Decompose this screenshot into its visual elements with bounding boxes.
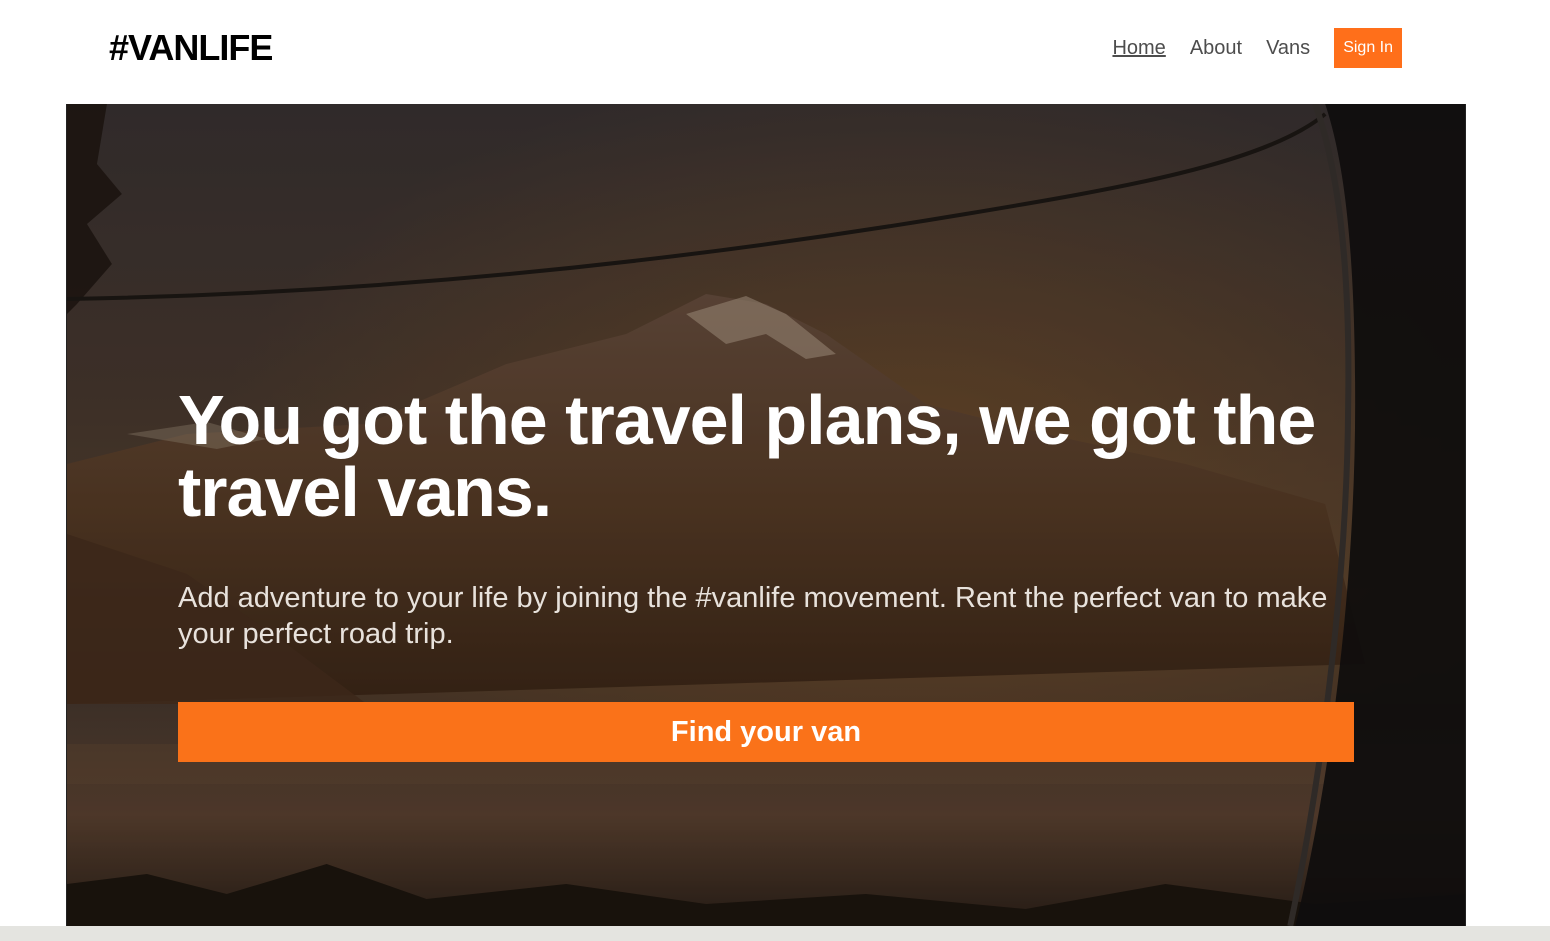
- main-nav: Home About Vans Sign In: [1112, 28, 1402, 68]
- hero-content: You got the travel plans, we got the tra…: [178, 384, 1358, 762]
- hero-subtitle: Add adventure to your life by joining th…: [178, 582, 1328, 650]
- nav-link-home[interactable]: Home: [1112, 37, 1165, 60]
- nav-link-about[interactable]: About: [1190, 37, 1242, 60]
- page: #VANLIFE Home About Vans Sign In You got…: [0, 0, 1550, 941]
- page-bottom-strip: [0, 926, 1550, 941]
- nav-link-vans[interactable]: Vans: [1266, 37, 1310, 60]
- hero-title: You got the travel plans, we got the tra…: [178, 381, 1316, 531]
- site-logo[interactable]: #VANLIFE: [109, 28, 273, 68]
- site-header: #VANLIFE Home About Vans Sign In: [0, 0, 1550, 96]
- find-your-van-button[interactable]: Find your van: [178, 702, 1354, 762]
- sign-in-button[interactable]: Sign In: [1334, 28, 1402, 68]
- hero-section: You got the travel plans, we got the tra…: [66, 104, 1466, 926]
